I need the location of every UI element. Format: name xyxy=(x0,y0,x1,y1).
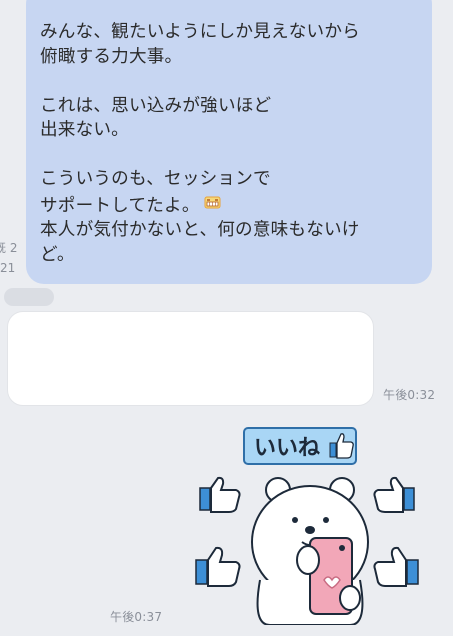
message-line: ど。 xyxy=(40,244,75,265)
sticker-text: いいね xyxy=(254,436,320,461)
message-paragraph-1: みんな、観たいようにしか見えないから 俯瞰する力大事。 xyxy=(40,20,418,69)
outgoing-message-bubble[interactable]: みんな、観たいようにしか見えないから 俯瞰する力大事。 これは、思い込みが強いほ… xyxy=(26,0,432,284)
message-paragraph-3: こういうのも、セッションで サポートしてたよ。 本人が気付かないと、何の意味もな… xyxy=(40,167,418,267)
message-line: 本人が気付かないと、何の意味もないけ xyxy=(40,220,360,240)
grinning-face-emoji-icon xyxy=(204,192,221,208)
message-line: サポートしてたよ。 xyxy=(40,195,200,216)
message-paragraph-2: これは、思い込みが強いほど 出来ない。 xyxy=(40,94,418,143)
message-line: これは、思い込みが強いほど xyxy=(40,95,272,116)
message-time-clipped: 21 xyxy=(0,261,16,275)
message-line: こういうのも、セッションで xyxy=(40,169,271,189)
read-status: 既 2 21 xyxy=(0,238,17,278)
read-count: 既 2 xyxy=(0,241,18,255)
incoming-message-bubble[interactable] xyxy=(7,311,374,406)
message-line: 出来ない。 xyxy=(40,120,129,140)
message-line: みんな、観たいようにしか見えないから xyxy=(40,22,360,42)
message-line: 俯瞰する力大事。 xyxy=(40,46,183,67)
incoming-message-time: 午後0:32 xyxy=(383,388,436,402)
like-bear-sticker[interactable]: いいね xyxy=(180,420,453,626)
sticker-time: 午後0:37 xyxy=(110,610,163,624)
sender-name-placeholder xyxy=(4,288,54,306)
